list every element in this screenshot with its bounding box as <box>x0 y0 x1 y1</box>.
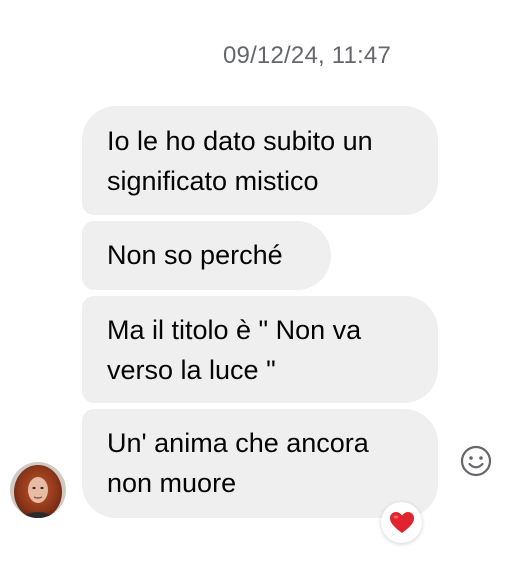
message-bubble[interactable]: Ma il titolo è " Non va verso la luce " <box>82 296 438 403</box>
message-reaction[interactable] <box>381 502 422 543</box>
avatar-image <box>10 462 66 518</box>
message-bubble[interactable]: Non so perché <box>82 221 331 290</box>
sender-avatar[interactable] <box>10 462 66 518</box>
message-timestamp: 09/12/24, 11:47 <box>222 42 392 69</box>
message-bubble[interactable]: Un' anima che ancora non muore <box>82 409 438 518</box>
smiley-icon[interactable] <box>458 443 494 479</box>
message-bubble[interactable]: Io le ho dato subito un significato mist… <box>82 106 438 215</box>
heart-icon <box>389 511 414 533</box>
